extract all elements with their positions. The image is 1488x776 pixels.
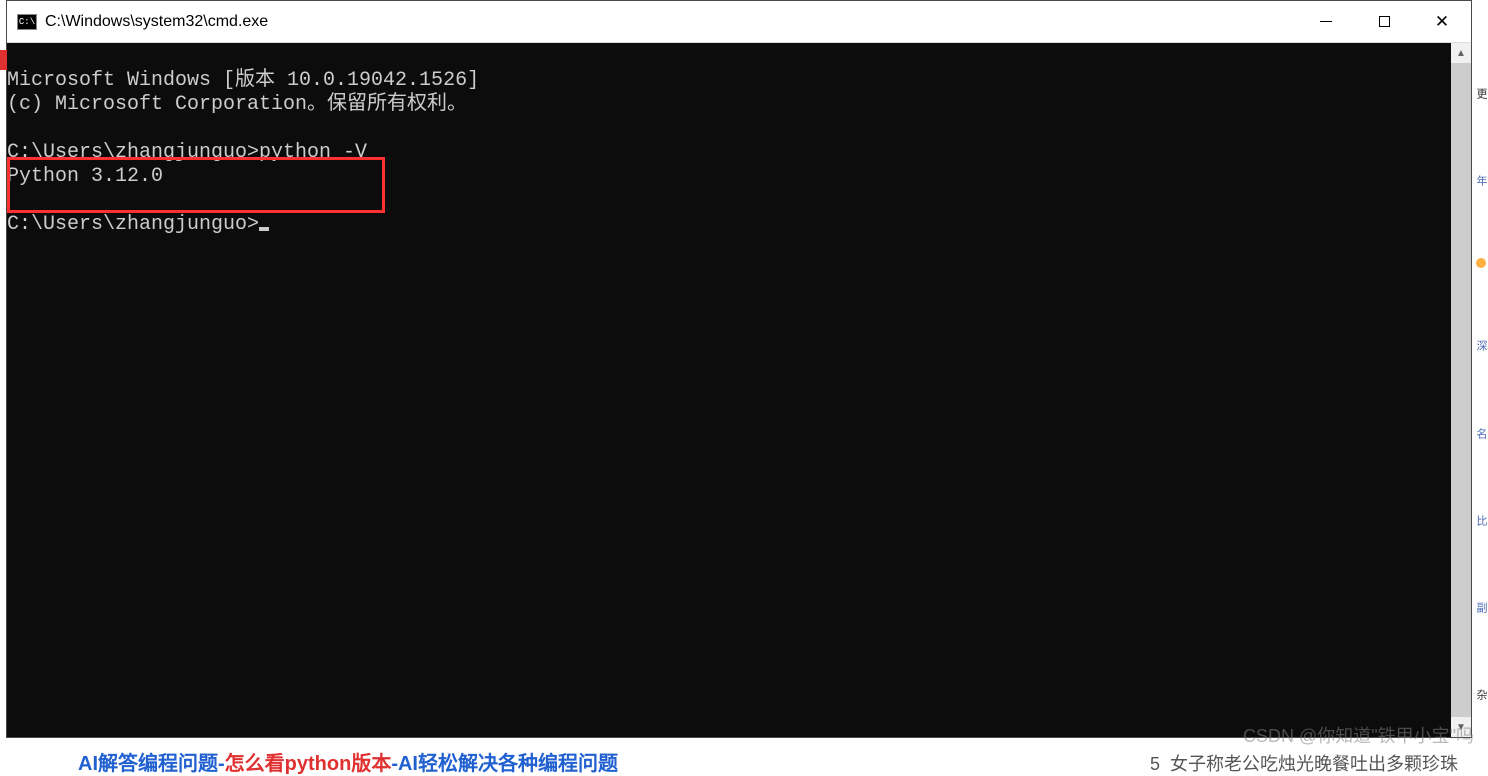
scroll-thumb[interactable] [1451,63,1471,717]
maximize-button[interactable] [1355,1,1413,42]
terminal-line: (c) Microsoft Corporation。保留所有权利。 [7,93,467,116]
scroll-up-arrow[interactable]: ▲ [1451,43,1471,63]
scrollbar[interactable]: ▲ ▼ [1451,43,1471,737]
terminal-line: Microsoft Windows [版本 10.0.19042.1526] [7,69,479,92]
close-button[interactable]: ✕ [1413,1,1471,42]
close-icon: ✕ [1435,12,1449,32]
bottom-right-text: 女子称老公吃烛光晚餐吐出多颗珍珠 [1170,754,1458,774]
minimize-icon [1320,21,1332,23]
titlebar[interactable]: C:\ C:\Windows\system32\cmd.exe ✕ [7,1,1471,43]
sidebar-char: 深 [1473,336,1488,355]
bottom-text-part3: -AI轻松解决各种编程问题 [391,753,618,775]
scroll-track[interactable] [1451,63,1471,717]
bottom-text-part1: AI解答编程问题- [78,753,225,775]
terminal-prompt: C:\Users\zhangjunguo> [7,213,269,236]
bottom-right-num: 5 [1150,754,1160,774]
sidebar-char: 副 [1473,598,1488,617]
scroll-down-arrow[interactable]: ▼ [1451,717,1471,737]
minimize-button[interactable] [1297,1,1355,42]
sidebar-char: 年 [1473,171,1488,190]
cmd-window: C:\ C:\Windows\system32\cmd.exe ✕ Micros… [6,0,1472,738]
sidebar-char: 比 [1473,511,1488,530]
terminal-body[interactable]: Microsoft Windows [版本 10.0.19042.1526] (… [7,43,1471,737]
bottom-link[interactable]: AI解答编程问题-怎么看python版本-AI轻松解决各种编程问题 [78,747,618,776]
cmd-icon: C:\ [17,14,37,30]
sidebar-char: 更 [1473,84,1488,103]
maximize-icon [1379,16,1390,27]
terminal-content: Microsoft Windows [版本 10.0.19042.1526] (… [7,43,1471,261]
window-title: C:\Windows\system32\cmd.exe [45,13,1297,31]
prompt-text: C:\Users\zhangjunguo> [7,213,259,236]
bottom-right-link[interactable]: 5 女子称老公吃烛光晚餐吐出多颗珍珠 [1150,750,1458,776]
sidebar-char: 杂 [1473,685,1488,704]
right-sidebar: 更 年 深 名 比 副 杂 [1474,50,1488,738]
bottom-text-part2: 怎么看python版本 [225,753,392,775]
sidebar-char: 名 [1473,424,1488,443]
cursor [259,227,269,231]
terminal-line: C:\Users\zhangjunguo>python -V [7,141,367,164]
left-edge-decoration [0,50,7,70]
window-controls: ✕ [1297,1,1471,42]
terminal-line: Python 3.12.0 [7,165,163,188]
sidebar-badge [1476,258,1486,268]
